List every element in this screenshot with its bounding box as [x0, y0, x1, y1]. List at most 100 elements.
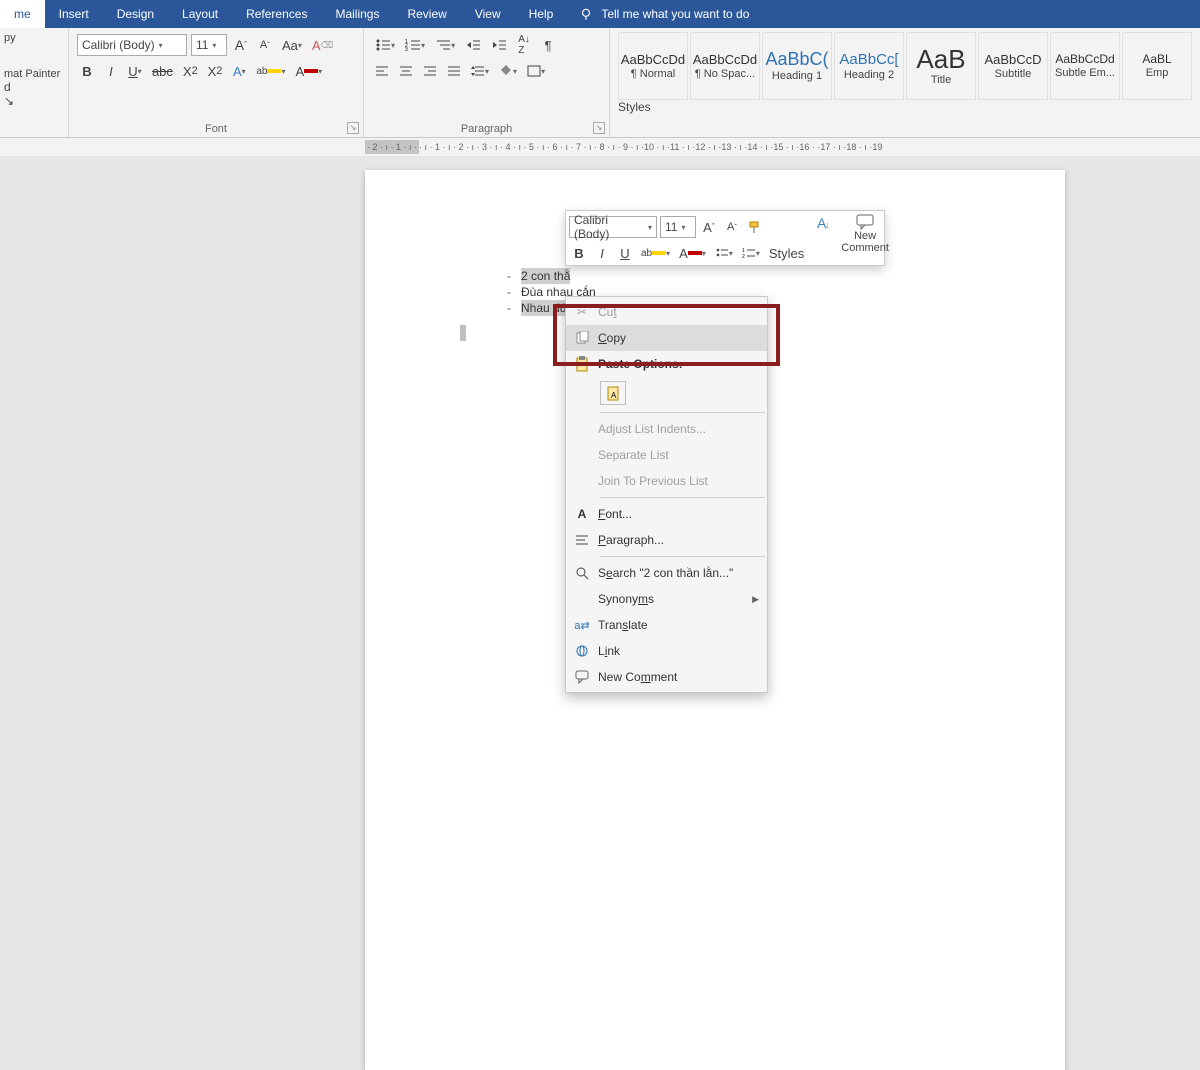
borders-button[interactable]: ▾ [524, 60, 548, 82]
underline-button[interactable]: U▾ [125, 60, 145, 82]
ctx-translate[interactable]: a⇄Translate [566, 612, 767, 638]
multilevel-button[interactable]: ▾ [432, 34, 458, 56]
highlight-button[interactable]: ab▾ [253, 60, 288, 82]
mini-size-select[interactable]: 11▾ [660, 216, 696, 238]
shading-button[interactable]: ▾ [496, 60, 520, 82]
paste-keep-text-button[interactable]: A [600, 381, 626, 405]
text-effects-button[interactable]: A▾ [229, 60, 249, 82]
dialog-launcher-font-icon[interactable]: ↘ [347, 122, 359, 134]
mini-underline-button[interactable]: U [615, 242, 635, 264]
mini-toolbar: Calibri (Body)▾ 11▾ Aˆ Aˇ B I U ab▾ A▾ ▾… [565, 210, 885, 266]
ctx-search[interactable]: Search "2 con thần lằn..." [566, 560, 767, 586]
copy-icon [566, 331, 598, 345]
tell-me[interactable]: Tell me what you want to do [567, 7, 761, 21]
divider [600, 556, 765, 557]
grow-font-button[interactable]: Aˆ [231, 34, 251, 56]
align-right-button[interactable] [420, 60, 440, 82]
mini-font-color-button[interactable]: A▾ [676, 242, 709, 264]
group-font: Calibri (Body)▾ 11▾ Aˆ Aˇ Aa▾ A⌫ B I U▾ … [69, 28, 364, 137]
clipboard-line2[interactable]: mat Painter [4, 68, 64, 80]
group-title-clipboard: d [4, 80, 64, 94]
link-icon [566, 644, 598, 658]
ctx-copy[interactable]: Copy [566, 325, 767, 351]
align-left-button[interactable] [372, 60, 392, 82]
mini-grow-font-button[interactable]: Aˆ [699, 216, 719, 238]
mini-new-comment-button[interactable]: New Comment [841, 214, 889, 266]
mini-shrink-font-button[interactable]: Aˇ [722, 216, 742, 238]
superscript-button[interactable]: X2 [205, 60, 226, 82]
group-paragraph: ▾ 123▾ ▾ A↓Z ¶ ▾ ▾ ▾ Paragraph ↘ [364, 28, 610, 137]
decrease-indent-button[interactable] [462, 34, 484, 56]
style-heading-2[interactable]: AaBbCc[Heading 2 [834, 32, 904, 100]
style-title[interactable]: AaBTitle [906, 32, 976, 100]
style--no-spac-[interactable]: AaBbCcDd¶ No Spac... [690, 32, 760, 100]
bold-button[interactable]: B [77, 60, 97, 82]
tab-help[interactable]: Help [515, 0, 568, 28]
group-clipboard: py mat Painter d ↘ [0, 28, 69, 137]
numbering-button[interactable]: 123▾ [402, 34, 428, 56]
style-heading-1[interactable]: AaBbC(Heading 1 [762, 32, 832, 100]
group-title-font: Font [69, 123, 363, 135]
style-gallery[interactable]: AaBbCcDd¶ NormalAaBbCcDd¶ No Spac...AaBb… [618, 32, 1192, 100]
dialog-launcher-clipboard-icon[interactable]: ↘ [4, 94, 64, 108]
ribbon-tabstrip: meInsertDesignLayoutReferencesMailingsRe… [0, 0, 1200, 28]
style-subtle-em-[interactable]: AaBbCcDdSubtle Em... [1050, 32, 1120, 100]
subscript-button[interactable]: X2 [180, 60, 201, 82]
group-title-paragraph: Paragraph [364, 123, 609, 135]
ctx-paragraph[interactable]: Paragraph... [566, 527, 767, 553]
tab-review[interactable]: Review [393, 0, 460, 28]
align-center-button[interactable] [396, 60, 416, 82]
ctx-separate-list: Separate List [566, 442, 767, 468]
translate-icon: a⇄ [566, 619, 598, 632]
line-spacing-button[interactable]: ▾ [468, 60, 492, 82]
comment-icon [856, 214, 874, 230]
mini-italic-button[interactable]: I [592, 242, 612, 264]
ruler[interactable]: · 2 · ı · 1 · ı · · ı · 1 · ı · 2 · ı · … [0, 138, 1200, 156]
shrink-font-button[interactable]: Aˇ [255, 34, 275, 56]
ctx-new-comment[interactable]: New Comment [566, 664, 767, 690]
mini-highlight-button[interactable]: ab▾ [638, 242, 673, 264]
change-case-button[interactable]: Aa▾ [279, 34, 305, 56]
sort-button[interactable]: A↓Z [514, 34, 534, 56]
mini-format-painter-button[interactable] [745, 216, 765, 238]
tab-design[interactable]: Design [103, 0, 168, 28]
svg-text:3: 3 [405, 47, 408, 51]
mini-bold-button[interactable]: B [569, 242, 589, 264]
tab-view[interactable]: View [461, 0, 515, 28]
ctx-font[interactable]: AFont... [566, 501, 767, 527]
dialog-launcher-paragraph-icon[interactable]: ↘ [593, 122, 605, 134]
clipboard-line1[interactable]: py [4, 32, 64, 44]
mini-styles-button[interactable]: Styles [766, 242, 807, 264]
font-name-select[interactable]: Calibri (Body)▾ [77, 34, 187, 56]
ruler-scale: · ı · 1 · ı · 2 · ı · 3 · ı · 4 · ı · 5 … [419, 142, 882, 152]
tab-layout[interactable]: Layout [168, 0, 232, 28]
font-color-button[interactable]: A▾ [292, 60, 325, 82]
strikethrough-button[interactable]: abc [149, 60, 176, 82]
font-size-select[interactable]: 11▾ [191, 34, 227, 56]
mini-bullets-button[interactable]: ▾ [712, 242, 736, 264]
tab-insert[interactable]: Insert [45, 0, 103, 28]
show-marks-button[interactable]: ¶ [538, 34, 558, 56]
style-emp[interactable]: AaBLEmp [1122, 32, 1192, 100]
style--normal[interactable]: AaBbCcDd¶ Normal [618, 32, 688, 100]
ctx-synonyms[interactable]: Synonyms▶ [566, 586, 767, 612]
style-subtitle[interactable]: AaBbCcDSubtitle [978, 32, 1048, 100]
font-size-value: 11 [196, 38, 208, 52]
tab-mailings[interactable]: Mailings [321, 0, 393, 28]
mini-styles-menu[interactable]: A↓ [815, 214, 833, 266]
justify-button[interactable] [444, 60, 464, 82]
tab-references[interactable]: References [232, 0, 321, 28]
mini-font-select[interactable]: Calibri (Body)▾ [569, 216, 657, 238]
ctx-link[interactable]: Link [566, 638, 767, 664]
increase-indent-button[interactable] [488, 34, 510, 56]
tab-me[interactable]: me [0, 0, 45, 28]
group-title-styles: Styles [618, 100, 1192, 114]
bulb-icon [579, 7, 593, 21]
ruler-left-margin: · 2 · ı · 1 · ı · [365, 140, 419, 154]
mini-numbering-button[interactable]: 12▾ [739, 242, 763, 264]
clear-formatting-button[interactable]: A⌫ [309, 34, 336, 56]
italic-button[interactable]: I [101, 60, 121, 82]
cut-icon: ✂ [566, 305, 598, 319]
bullets-button[interactable]: ▾ [372, 34, 398, 56]
group-styles: AaBbCcDd¶ NormalAaBbCcDd¶ No Spac...AaBb… [610, 28, 1200, 137]
